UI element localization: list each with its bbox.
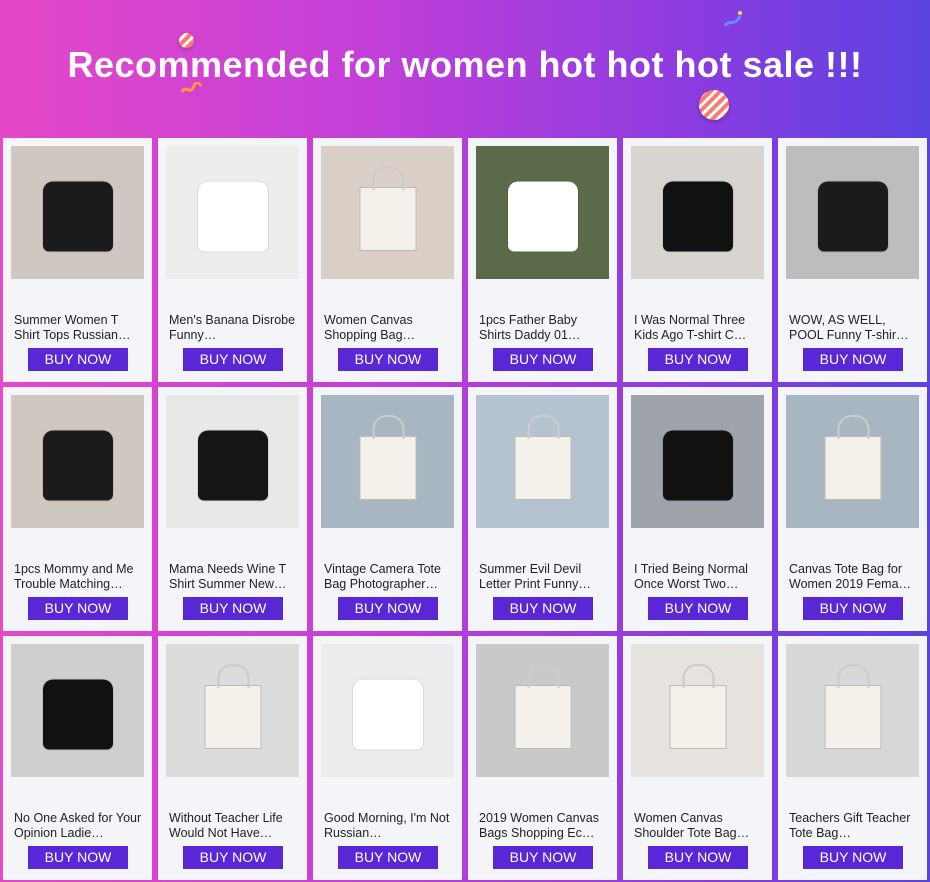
product-card[interactable]: WOW, AS WELL, POOL Funny T-shir… BUY NOW [778,138,927,382]
tshirt-photo [42,679,113,749]
product-name[interactable]: Canvas Tote Bag for Women 2019 Fema… [789,562,917,592]
product-card[interactable]: Teachers Gift Teacher Tote Bag… BUY NOW [778,636,927,880]
product-image[interactable] [321,146,454,279]
buy-now-button[interactable]: BUY NOW [28,597,128,620]
product-card[interactable]: Mama Needs Wine T Shirt Summer New… BUY N… [158,387,307,631]
product-name[interactable]: Vintage Camera Tote Bag Photographer… [324,562,452,592]
tshirt-photo [507,181,578,251]
buy-now-button[interactable]: BUY NOW [28,348,128,371]
tote-bag-photo [359,166,416,252]
tshirt-photo [42,430,113,500]
product-image[interactable] [476,395,609,528]
product-name[interactable]: Summer Women T Shirt Tops Russian… [14,313,142,343]
buy-now-button[interactable]: BUY NOW [648,597,748,620]
tote-bag-photo [359,415,416,501]
product-image[interactable] [11,146,144,279]
buy-now-button[interactable]: BUY NOW [183,597,283,620]
buy-now-button[interactable]: BUY NOW [803,348,903,371]
tote-bag-photo [514,415,571,501]
tote-bag-photo [514,664,571,750]
product-name[interactable]: Good Morning, I'm Not Russian… [324,811,452,841]
buy-now-button[interactable]: BUY NOW [493,597,593,620]
product-card[interactable]: Women Canvas Shopping Bag… BUY NOW [313,138,462,382]
product-card[interactable]: No One Asked for Your Opinion Ladie… BUY … [3,636,152,880]
tshirt-photo [42,181,113,251]
buy-now-button[interactable]: BUY NOW [803,597,903,620]
product-card[interactable]: Vintage Camera Tote Bag Photographer… BUY… [313,387,462,631]
product-card[interactable]: 2019 Women Canvas Bags Shopping Ec… BUY N… [468,636,617,880]
product-card[interactable]: Without Teacher Life Would Not Have… BUY … [158,636,307,880]
product-name[interactable]: Without Teacher Life Would Not Have… [169,811,297,841]
product-image[interactable] [631,395,764,528]
product-image[interactable] [631,146,764,279]
product-image[interactable] [321,395,454,528]
tshirt-photo [662,430,733,500]
product-name[interactable]: I Tried Being Normal Once Worst Two… [634,562,762,592]
product-name[interactable]: Teachers Gift Teacher Tote Bag… [789,811,917,841]
product-image[interactable] [166,395,299,528]
product-name[interactable]: Men's Banana Disrobe Funny… [169,313,297,343]
banner-header: Recommended for women hot hot hot sale !… [0,0,930,138]
product-image[interactable] [786,146,919,279]
streamer-decoration [722,10,744,30]
product-name[interactable]: Summer Evil Devil Letter Print Funny… [479,562,607,592]
product-name[interactable]: I Was Normal Three Kids Ago T-shirt C… [634,313,762,343]
product-name[interactable]: Mama Needs Wine T Shirt Summer New… [169,562,297,592]
striped-ball-decoration [699,90,729,120]
product-name[interactable]: WOW, AS WELL, POOL Funny T-shir… [789,313,917,343]
tote-bag-photo [824,664,881,750]
tote-bag-photo [824,415,881,501]
buy-now-button[interactable]: BUY NOW [183,348,283,371]
product-image[interactable] [321,644,454,777]
tshirt-photo [817,181,888,251]
product-card[interactable]: Canvas Tote Bag for Women 2019 Fema… BUY … [778,387,927,631]
tshirt-photo [352,679,423,749]
page-title: Recommended for women hot hot hot sale !… [67,44,863,85]
product-card[interactable]: Summer Evil Devil Letter Print Funny… BUY… [468,387,617,631]
product-name[interactable]: 1pcs Father Baby Shirts Daddy 01… [479,313,607,343]
product-card[interactable]: 1pcs Father Baby Shirts Daddy 01… BUY NOW [468,138,617,382]
product-grid: Summer Women T Shirt Tops Russian… BUY NO… [3,138,929,882]
product-image[interactable] [11,395,144,528]
tshirt-photo [197,430,268,500]
product-image[interactable] [166,644,299,777]
product-name[interactable]: Women Canvas Shoulder Tote Bag… [634,811,762,841]
buy-now-button[interactable]: BUY NOW [28,846,128,869]
product-image[interactable] [786,644,919,777]
product-image[interactable] [166,146,299,279]
product-card[interactable]: I Tried Being Normal Once Worst Two… BUY … [623,387,772,631]
buy-now-button[interactable]: BUY NOW [648,348,748,371]
buy-now-button[interactable]: BUY NOW [338,846,438,869]
product-card[interactable]: Summer Women T Shirt Tops Russian… BUY NO… [3,138,152,382]
product-card[interactable]: Good Morning, I'm Not Russian… BUY NOW [313,636,462,880]
buy-now-button[interactable]: BUY NOW [493,846,593,869]
product-image[interactable] [476,146,609,279]
product-name[interactable]: No One Asked for Your Opinion Ladie… [14,811,142,841]
buy-now-button[interactable]: BUY NOW [493,348,593,371]
tshirt-photo [662,181,733,251]
product-image[interactable] [11,644,144,777]
buy-now-button[interactable]: BUY NOW [803,846,903,869]
product-image[interactable] [476,644,609,777]
product-image[interactable] [631,644,764,777]
tshirt-photo [197,181,268,251]
product-card[interactable]: Women Canvas Shoulder Tote Bag… BUY NOW [623,636,772,880]
product-name[interactable]: 2019 Women Canvas Bags Shopping Ec… [479,811,607,841]
product-card[interactable]: Men's Banana Disrobe Funny… BUY NOW [158,138,307,382]
buy-now-button[interactable]: BUY NOW [648,846,748,869]
buy-now-button[interactable]: BUY NOW [338,348,438,371]
buy-now-button[interactable]: BUY NOW [183,846,283,869]
product-name[interactable]: Women Canvas Shopping Bag… [324,313,452,343]
buy-now-button[interactable]: BUY NOW [338,597,438,620]
tote-bag-photo [204,664,261,750]
tote-bag-photo [669,664,726,750]
product-image[interactable] [786,395,919,528]
product-card[interactable]: I Was Normal Three Kids Ago T-shirt C… BU… [623,138,772,382]
product-card[interactable]: 1pcs Mommy and Me Trouble Matching… BUY N… [3,387,152,631]
product-name[interactable]: 1pcs Mommy and Me Trouble Matching… [14,562,142,592]
